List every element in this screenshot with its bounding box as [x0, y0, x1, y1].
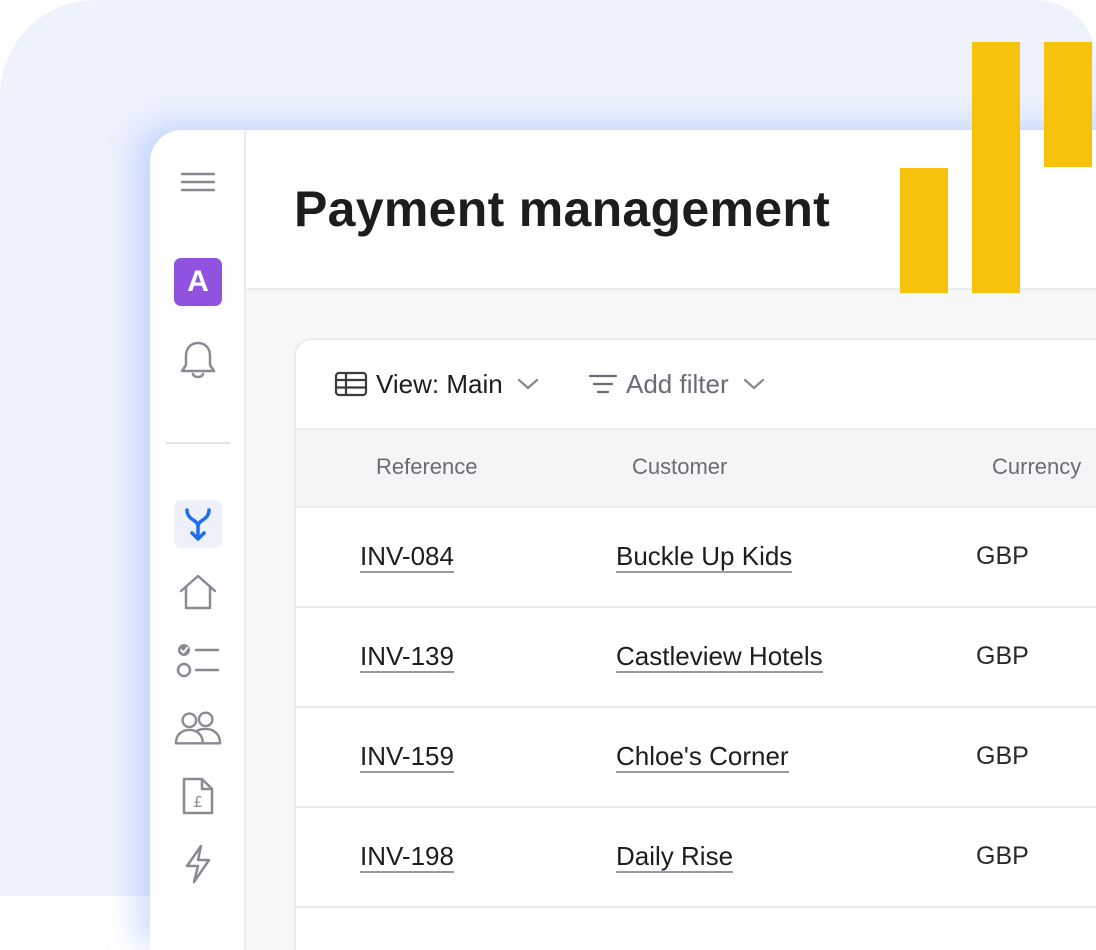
reference-link[interactable]: INV-139	[360, 642, 454, 673]
customer-link[interactable]: Daily Rise	[616, 842, 734, 873]
table-row[interactable]: INV-159 Chloe's Corner GBP	[296, 708, 1096, 808]
currency-value: GBP	[976, 742, 1029, 770]
sidebar-divider	[166, 442, 230, 444]
table-header-row: Reference Customer Currency	[296, 430, 1096, 508]
decorative-bar	[972, 42, 1020, 293]
customer-link[interactable]: Castleview Hotels	[616, 642, 823, 673]
reference-link[interactable]: INV-198	[360, 842, 454, 873]
bell-icon[interactable]	[174, 336, 222, 384]
filter-icon	[588, 374, 618, 394]
main-content: View: Main Add filter Reference Customer…	[246, 290, 1096, 950]
menu-icon[interactable]	[174, 158, 222, 206]
payments-table-card: View: Main Add filter Reference Customer…	[294, 338, 1096, 950]
view-selector[interactable]: View: Main	[334, 366, 539, 402]
chevron-down-icon	[743, 378, 764, 390]
currency-value: GBP	[976, 842, 1029, 870]
column-header-currency[interactable]: Currency	[992, 454, 1081, 480]
page-header: Payment management	[246, 130, 1096, 290]
avatar[interactable]: A	[174, 258, 222, 306]
svg-text:£: £	[193, 793, 203, 811]
column-header-customer[interactable]: Customer	[632, 454, 727, 480]
merge-icon[interactable]	[174, 500, 222, 548]
currency-value: GBP	[976, 642, 1029, 670]
customer-link[interactable]: Chloe's Corner	[616, 742, 789, 773]
filter-label: Add filter	[626, 368, 729, 399]
chevron-down-icon	[517, 378, 538, 390]
currency-value: GBP	[976, 542, 1029, 570]
app-window: A £ Payment management View: Main Add fi…	[150, 130, 1096, 950]
customer-link[interactable]: Buckle Up Kids	[616, 542, 793, 573]
table-row[interactable]: INV-139 Castleview Hotels GBP	[296, 608, 1096, 708]
decorative-bar	[900, 168, 948, 293]
table-row[interactable]: INV-198 Daily Rise GBP	[296, 808, 1096, 908]
lightning-icon[interactable]	[174, 840, 222, 888]
view-label: View: Main	[376, 368, 503, 399]
page-title: Payment management	[294, 181, 831, 237]
table-row[interactable]: INV-084 Buckle Up Kids GBP	[296, 508, 1096, 608]
column-header-reference[interactable]: Reference	[376, 454, 478, 480]
table-toolbar: View: Main Add filter	[296, 340, 1096, 430]
table-icon	[334, 371, 368, 397]
users-icon[interactable]	[174, 704, 222, 752]
pound-document-icon[interactable]: £	[174, 772, 222, 820]
reference-link[interactable]: INV-159	[360, 742, 454, 773]
reference-link[interactable]: INV-084	[360, 542, 454, 573]
add-filter-button[interactable]: Add filter	[588, 366, 765, 402]
home-icon[interactable]	[174, 568, 222, 616]
decorative-bar	[1044, 42, 1092, 167]
checklist-icon[interactable]	[174, 636, 222, 684]
sidebar: A £	[150, 130, 246, 950]
